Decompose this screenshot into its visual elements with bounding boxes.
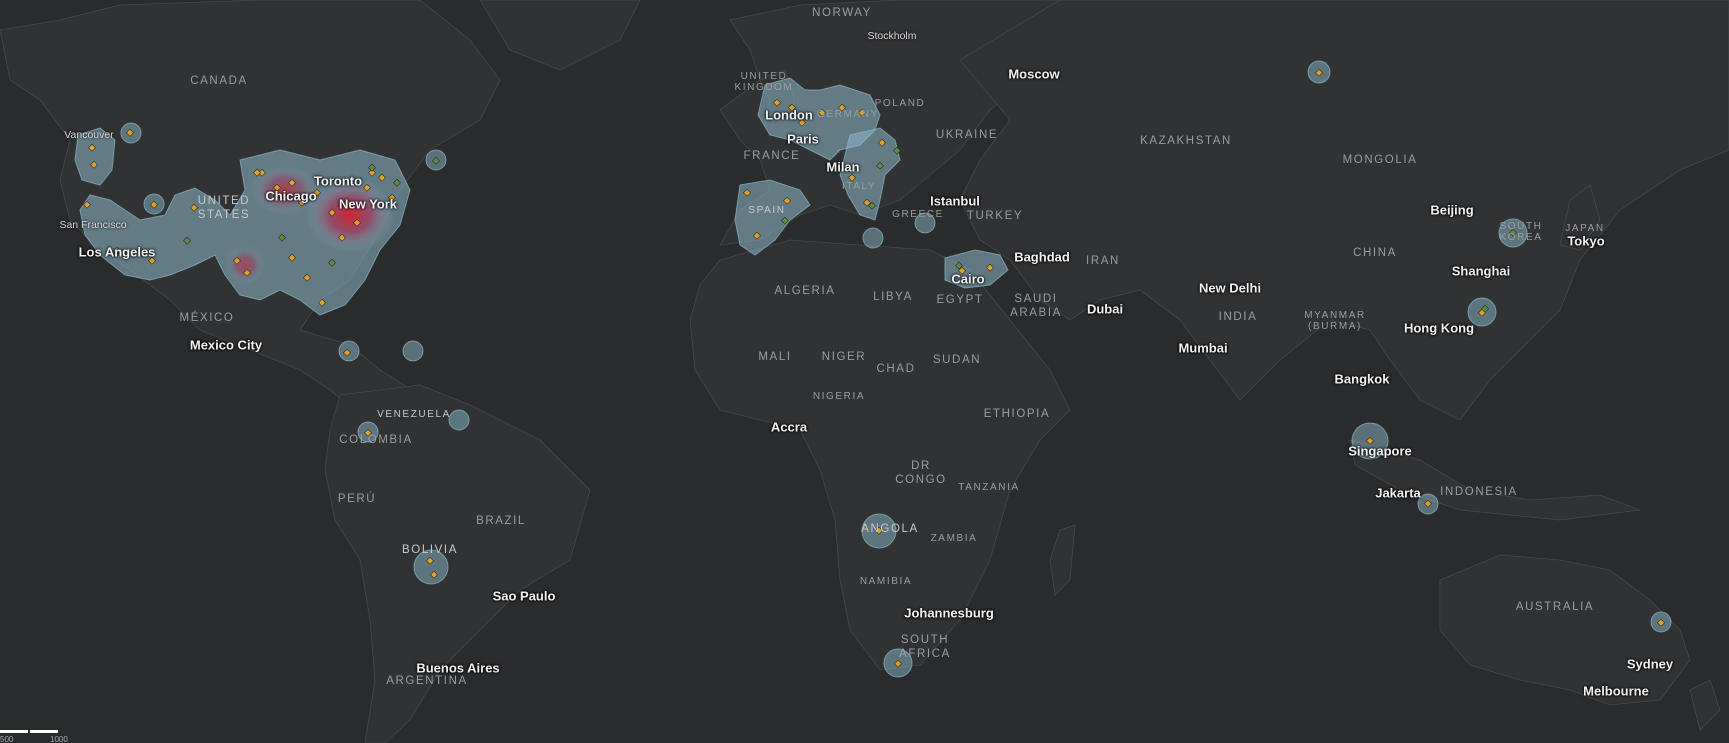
land-madagascar: [1049, 524, 1076, 596]
heat-spot: [862, 227, 884, 249]
scale-bar-segment: [0, 730, 28, 733]
heat-spot: [914, 212, 936, 234]
heat-cluster-cairo: [944, 249, 1009, 289]
scale-bar-segment: [30, 730, 58, 733]
scale-bar: 500 1000 mi: [0, 729, 68, 743]
basemap-land: [0, 0, 1729, 743]
land-africa: [689, 239, 1071, 671]
scale-bar-right-label: 1000 mi: [50, 735, 68, 743]
land-asia: [959, 0, 1729, 421]
land-greenland: [479, 0, 641, 71]
land-new-zealand: [1689, 679, 1721, 731]
heat-spot: [448, 409, 470, 431]
heat-spot: [413, 549, 449, 585]
land-indonesia: [1349, 439, 1641, 521]
scale-bar-left-label: 500: [0, 735, 14, 743]
map-view[interactable]: CANADA UNITED STATES MÉXICO VENEZUELA CO…: [0, 0, 1729, 743]
heat-hotspot-southeast: [225, 245, 265, 285]
land-australia: [1439, 554, 1691, 706]
heat-spot: [402, 340, 424, 362]
